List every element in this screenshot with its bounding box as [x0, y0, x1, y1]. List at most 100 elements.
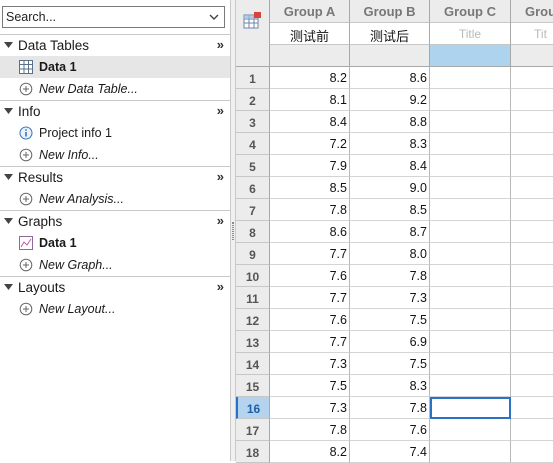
column-header[interactable]: Group B — [350, 0, 430, 23]
column-title[interactable]: Title — [430, 23, 511, 45]
table-cell[interactable] — [511, 375, 553, 397]
table-cell[interactable]: 8.2 — [270, 441, 350, 463]
nav-section-header[interactable]: Results » — [0, 166, 230, 188]
table-cell[interactable]: 8.2 — [270, 67, 350, 89]
table-cell[interactable] — [430, 331, 511, 353]
row-number[interactable]: 15 — [236, 375, 270, 397]
table-cell[interactable] — [511, 353, 553, 375]
nav-section-header[interactable]: Layouts » — [0, 276, 230, 298]
table-cell[interactable] — [511, 265, 553, 287]
row-number[interactable]: 1 — [236, 67, 270, 89]
table-cell[interactable] — [430, 199, 511, 221]
table-cell[interactable]: 7.8 — [270, 199, 350, 221]
table-cell[interactable] — [511, 441, 553, 463]
table-cell[interactable]: 7.2 — [270, 133, 350, 155]
table-cell[interactable] — [430, 375, 511, 397]
table-cell[interactable]: 7.8 — [350, 265, 430, 287]
table-cell[interactable]: 8.6 — [270, 221, 350, 243]
row-number[interactable]: 12 — [236, 309, 270, 331]
row-number[interactable]: 18 — [236, 441, 270, 463]
table-cell[interactable]: 7.9 — [270, 155, 350, 177]
table-cell[interactable]: 7.7 — [270, 243, 350, 265]
table-cell[interactable] — [511, 199, 553, 221]
row-number[interactable]: 8 — [236, 221, 270, 243]
splitter-grip[interactable] — [232, 222, 234, 240]
row-number[interactable]: 2 — [236, 89, 270, 111]
column-title[interactable]: 测试前 — [270, 23, 350, 45]
table-cell[interactable]: 8.1 — [270, 89, 350, 111]
table-cell[interactable] — [511, 67, 553, 89]
table-cell[interactable]: 8.0 — [350, 243, 430, 265]
table-cell[interactable]: 8.8 — [350, 111, 430, 133]
column-subheader[interactable] — [430, 45, 511, 67]
nav-section-header[interactable]: Data Tables » — [0, 34, 230, 56]
nav-section-header[interactable]: Info » — [0, 100, 230, 122]
table-cell[interactable] — [430, 221, 511, 243]
table-cell[interactable]: 7.3 — [270, 353, 350, 375]
table-cell[interactable] — [430, 133, 511, 155]
table-cell[interactable]: 7.6 — [270, 309, 350, 331]
more-icon[interactable]: » — [217, 37, 224, 52]
table-cell[interactable]: 7.6 — [270, 265, 350, 287]
row-number[interactable]: 3 — [236, 111, 270, 133]
table-cell[interactable] — [511, 287, 553, 309]
table-cell[interactable]: 7.7 — [270, 287, 350, 309]
table-cell[interactable] — [430, 89, 511, 111]
table-cell[interactable]: 8.5 — [270, 177, 350, 199]
collapse-triangle-icon[interactable] — [4, 218, 13, 224]
column-title[interactable]: 测试后 — [350, 23, 430, 45]
column-title[interactable]: Tit — [511, 23, 553, 45]
table-cell[interactable]: 8.7 — [350, 221, 430, 243]
row-number[interactable]: 5 — [236, 155, 270, 177]
collapse-triangle-icon[interactable] — [4, 42, 13, 48]
column-header[interactable]: Group A — [270, 0, 350, 23]
table-cell[interactable] — [511, 331, 553, 353]
table-cell[interactable]: 7.5 — [350, 353, 430, 375]
table-cell[interactable]: 7.6 — [350, 419, 430, 441]
table-cell[interactable]: 6.9 — [350, 331, 430, 353]
row-number[interactable]: 11 — [236, 287, 270, 309]
nav-item[interactable]: New Graph... — [0, 254, 230, 276]
table-cell[interactable] — [430, 111, 511, 133]
table-cell[interactable]: 8.3 — [350, 133, 430, 155]
table-cell[interactable] — [511, 243, 553, 265]
more-icon[interactable]: » — [217, 213, 224, 228]
table-cell[interactable] — [430, 67, 511, 89]
table-cell[interactable] — [430, 265, 511, 287]
column-header[interactable]: Group C — [430, 0, 511, 23]
more-icon[interactable]: » — [217, 169, 224, 184]
collapse-triangle-icon[interactable] — [4, 284, 13, 290]
table-cell[interactable] — [430, 419, 511, 441]
table-cell[interactable] — [430, 397, 511, 419]
row-number[interactable]: 6 — [236, 177, 270, 199]
table-cell[interactable] — [511, 133, 553, 155]
column-header[interactable]: Grou — [511, 0, 553, 23]
search-box[interactable] — [2, 6, 225, 28]
table-cell[interactable] — [430, 243, 511, 265]
nav-item[interactable]: New Info... — [0, 144, 230, 166]
row-number[interactable]: 17 — [236, 419, 270, 441]
table-cell[interactable] — [430, 309, 511, 331]
nav-item[interactable]: Data 1 — [0, 56, 230, 78]
nav-item[interactable]: Data 1 — [0, 232, 230, 254]
column-subheader[interactable] — [350, 45, 430, 67]
nav-item[interactable]: New Layout... — [0, 298, 230, 320]
collapse-triangle-icon[interactable] — [4, 108, 13, 114]
table-cell[interactable]: 9.2 — [350, 89, 430, 111]
nav-item[interactable]: New Analysis... — [0, 188, 230, 210]
chevron-down-icon[interactable] — [208, 10, 220, 24]
table-cell[interactable]: 7.8 — [270, 419, 350, 441]
row-number[interactable]: 13 — [236, 331, 270, 353]
table-cell[interactable] — [511, 221, 553, 243]
row-number[interactable]: 14 — [236, 353, 270, 375]
more-icon[interactable]: » — [217, 279, 224, 294]
table-cell[interactable] — [430, 353, 511, 375]
table-cell[interactable]: 7.4 — [350, 441, 430, 463]
table-cell[interactable]: 7.8 — [350, 397, 430, 419]
table-cell[interactable] — [430, 155, 511, 177]
table-cell[interactable] — [511, 177, 553, 199]
more-icon[interactable]: » — [217, 103, 224, 118]
table-cell[interactable] — [430, 441, 511, 463]
column-subheader[interactable] — [270, 45, 350, 67]
table-cell[interactable]: 7.3 — [270, 397, 350, 419]
